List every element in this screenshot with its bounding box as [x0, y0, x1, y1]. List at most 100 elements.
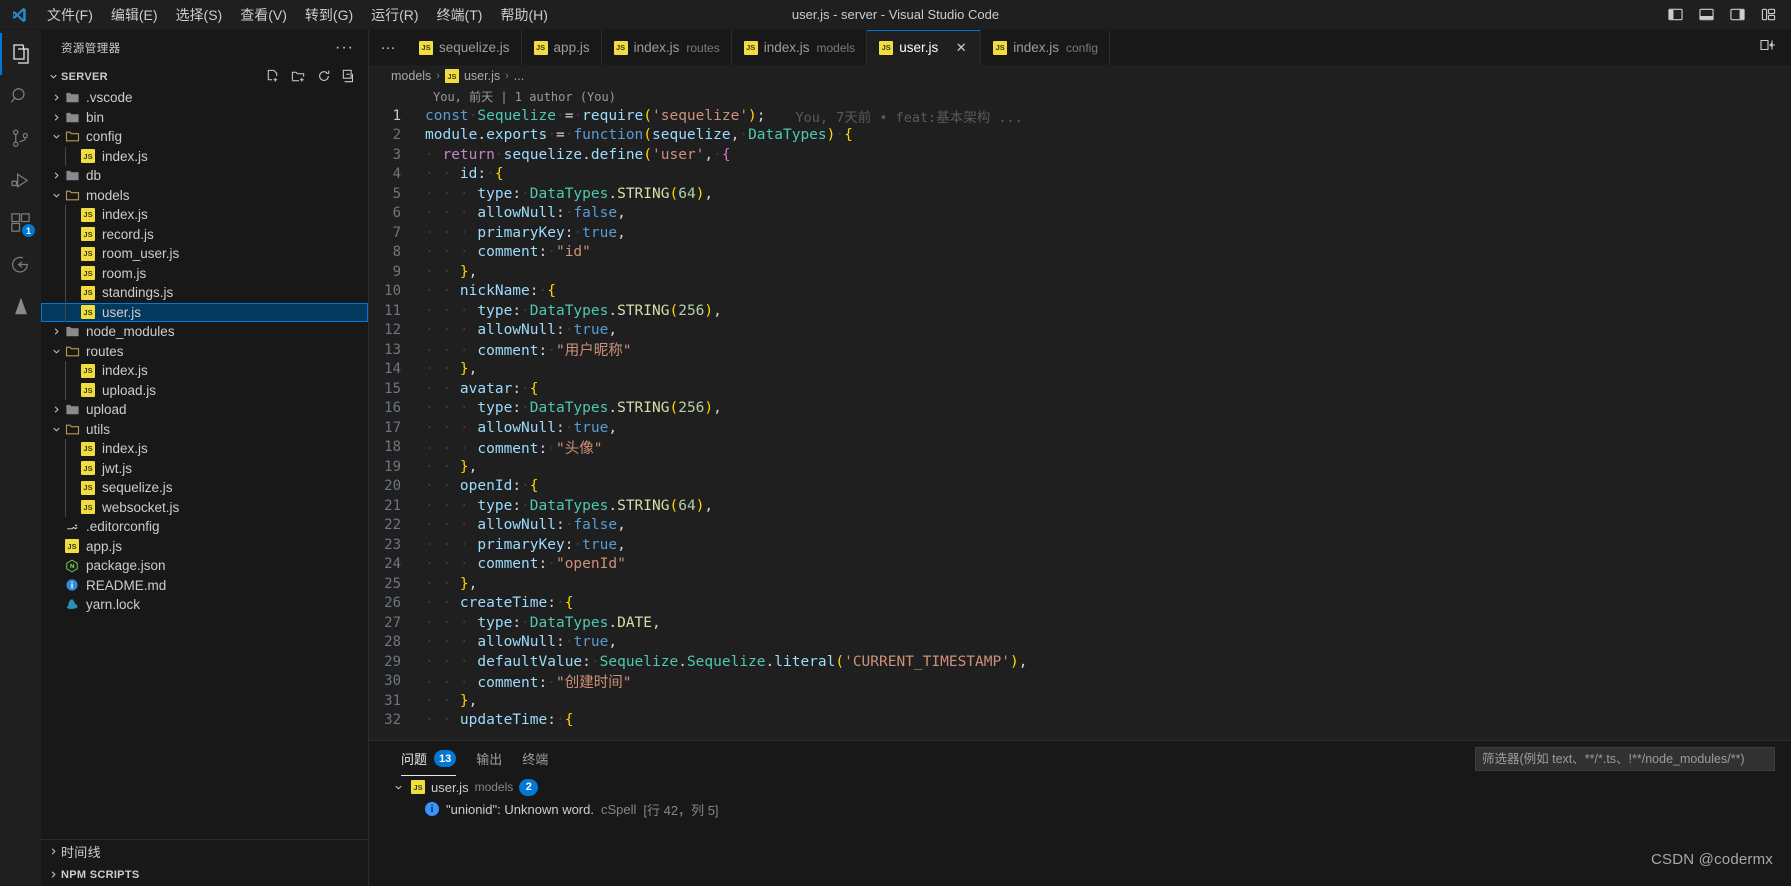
menu-file[interactable]: 文件(F)	[38, 2, 102, 28]
code-line[interactable]: 1 const·Sequelize·=·require('sequelize');…	[369, 106, 1791, 126]
menu-run[interactable]: 运行(R)	[362, 2, 427, 28]
toggle-primary-sidebar-icon[interactable]	[1667, 7, 1684, 22]
new-file-icon[interactable]	[265, 69, 280, 84]
tree-item-index-js[interactable]: JS index.js	[41, 361, 368, 381]
tree-item-db[interactable]: db	[41, 166, 368, 186]
menu-go[interactable]: 转到(G)	[296, 2, 362, 28]
code-line[interactable]: 20 · · openId:·{	[369, 477, 1791, 497]
toggle-panel-icon[interactable]	[1698, 7, 1715, 22]
tree-item-upload-js[interactable]: JS upload.js	[41, 380, 368, 400]
panel-tab-output[interactable]: 输出	[466, 741, 512, 776]
activity-run-debug[interactable]	[0, 159, 41, 201]
menu-view[interactable]: 查看(V)	[231, 2, 296, 28]
code-line[interactable]: 21 · · · type:·DataTypes.STRING(64),	[369, 496, 1791, 516]
tree-item-sequelize-js[interactable]: JS sequelize.js	[41, 478, 368, 498]
code-line[interactable]: 32 · · updateTime:·{	[369, 711, 1791, 731]
editor-tab-sequelize-js[interactable]: JS sequelize.js	[407, 30, 522, 65]
code-line[interactable]: 16 · · · type:·DataTypes.STRING(256),	[369, 399, 1791, 419]
collapse-all-icon[interactable]	[342, 69, 356, 84]
code-line[interactable]: 12 · · · allowNull:·true,	[369, 321, 1791, 341]
editor-tab-app-js[interactable]: JS app.js	[521, 30, 602, 65]
tree-item-index-js[interactable]: JS index.js	[41, 439, 368, 459]
file-tree[interactable]: .vscode bin config JS index.js db models JS inde…	[41, 88, 368, 839]
code-editor[interactable]: You, 前天 | 1 author (You) 1 const·Sequeliz…	[369, 87, 1791, 740]
tree-item--editorconfig[interactable]: .editorconfig	[41, 517, 368, 537]
tree-item-config[interactable]: config	[41, 127, 368, 147]
tree-item-package-json[interactable]: package.json	[41, 556, 368, 576]
code-line[interactable]: 15 · · avatar:·{	[369, 379, 1791, 399]
code-line[interactable]: 27 · · · type:·DataTypes.DATE,	[369, 613, 1791, 633]
code-line[interactable]: 8 · · · comment:·"id"	[369, 243, 1791, 263]
tree-item-app-js[interactable]: JS app.js	[41, 537, 368, 557]
code-line[interactable]: 3 · return·sequelize.define('user',·{	[369, 145, 1791, 165]
code-line[interactable]: 26 · · createTime:·{	[369, 594, 1791, 614]
toggle-secondary-sidebar-icon[interactable]	[1729, 7, 1746, 22]
breadcrumb-symbol[interactable]: ...	[514, 69, 524, 83]
tree-item-utils[interactable]: utils	[41, 420, 368, 440]
activity-testing[interactable]	[0, 285, 41, 327]
tab-close-icon[interactable]: ✕	[953, 40, 969, 56]
editor-tab-index-js-models[interactable]: JS index.js models	[731, 30, 868, 65]
tree-item-index-js[interactable]: JS index.js	[41, 146, 368, 166]
tree-item-node-modules[interactable]: node_modules	[41, 322, 368, 342]
code-line[interactable]: 30 · · · comment:·"创建时间"	[369, 672, 1791, 692]
code-line[interactable]: 4 · · id:·{	[369, 165, 1791, 185]
code-line[interactable]: 13 · · · comment:·"用户昵称"	[369, 340, 1791, 360]
menu-terminal[interactable]: 终端(T)	[428, 2, 492, 28]
code-line[interactable]: 14 · · },	[369, 360, 1791, 380]
menu-edit[interactable]: 编辑(E)	[102, 2, 167, 28]
code-line[interactable]: 5 · · · type:·DataTypes.STRING(64),	[369, 184, 1791, 204]
tree-item-readme-md[interactable]: README.md	[41, 576, 368, 596]
tree-item--vscode[interactable]: .vscode	[41, 88, 368, 108]
tabs-overflow-icon[interactable]: ···	[369, 30, 407, 65]
sidebar-section-npm-scripts[interactable]: NPM SCRIPTS	[41, 863, 368, 886]
editor-tab-index-js-config[interactable]: JS index.js config	[981, 30, 1111, 65]
code-line[interactable]: 22 · · · allowNull:·false,	[369, 516, 1791, 536]
code-line[interactable]: 31 · · },	[369, 691, 1791, 711]
code-line[interactable]: 29 · · · defaultValue:·Sequelize.Sequeliz…	[369, 652, 1791, 672]
refresh-icon[interactable]	[317, 69, 331, 84]
code-line[interactable]: 23 · · · primaryKey:·true,	[369, 535, 1791, 555]
menu-help[interactable]: 帮助(H)	[491, 2, 556, 28]
panel-tab-problems[interactable]: 问题 13	[391, 741, 466, 776]
code-line[interactable]: 19 · · },	[369, 457, 1791, 477]
code-line[interactable]: 10 · · nickName:·{	[369, 282, 1791, 302]
activity-source-control[interactable]	[0, 117, 41, 159]
problems-filter-input[interactable]	[1475, 746, 1775, 771]
new-folder-icon[interactable]	[291, 69, 306, 84]
code-line[interactable]: 18 · · · comment:·"头像"	[369, 438, 1791, 458]
customize-layout-icon[interactable]	[1760, 7, 1777, 22]
tree-item-record-js[interactable]: JS record.js	[41, 224, 368, 244]
problem-item[interactable]: i "unionid": Unknown word. cSpell [行 42，…	[369, 798, 1791, 820]
activity-extensions[interactable]: 1	[0, 201, 41, 243]
code-line[interactable]: 11 · · · type:·DataTypes.STRING(256),	[369, 301, 1791, 321]
tree-item-upload[interactable]: upload	[41, 400, 368, 420]
code-line[interactable]: 7 · · · primaryKey:·true,	[369, 223, 1791, 243]
code-line[interactable]: 9 · · },	[369, 262, 1791, 282]
tree-item-standings-js[interactable]: JS standings.js	[41, 283, 368, 303]
activity-remote[interactable]	[0, 243, 41, 285]
tree-item-models[interactable]: models	[41, 186, 368, 206]
code-lens-label[interactable]: You, 前天 | 1 author (You)	[433, 88, 616, 105]
tree-item-user-js[interactable]: JS user.js	[41, 302, 368, 322]
tree-item-routes[interactable]: routes	[41, 342, 368, 362]
tree-item-room-user-js[interactable]: JS room_user.js	[41, 244, 368, 264]
menu-selection[interactable]: 选择(S)	[167, 2, 232, 28]
tree-item-room-js[interactable]: JS room.js	[41, 263, 368, 283]
code-line[interactable]: 6 · · · allowNull:·false,	[369, 204, 1791, 224]
panel-tab-terminal[interactable]: 终端	[512, 741, 558, 776]
code-line[interactable]: 25 · · },	[369, 574, 1791, 594]
code-line[interactable]: 2 module.exports·=·function(sequelize,·Da…	[369, 126, 1791, 146]
tree-item-jwt-js[interactable]: JS jwt.js	[41, 458, 368, 478]
tree-item-index-js[interactable]: JS index.js	[41, 205, 368, 225]
problems-file-row[interactable]: JS user.js models 2	[369, 776, 1791, 798]
explorer-root-header[interactable]: SERVER	[41, 65, 368, 88]
sidebar-more-actions-icon[interactable]: ···	[335, 39, 360, 57]
code-line[interactable]: 24 · · · comment:·"openId"	[369, 555, 1791, 575]
editor-tab-user-js[interactable]: JS user.js ✕	[867, 30, 982, 65]
breadcrumb-folder[interactable]: models	[391, 69, 431, 83]
activity-search[interactable]	[0, 75, 41, 117]
tree-item-yarn-lock[interactable]: yarn.lock	[41, 595, 368, 615]
editor-tab-index-js-routes[interactable]: JS index.js routes	[601, 30, 732, 65]
code-line[interactable]: 17 · · · allowNull:·true,	[369, 418, 1791, 438]
